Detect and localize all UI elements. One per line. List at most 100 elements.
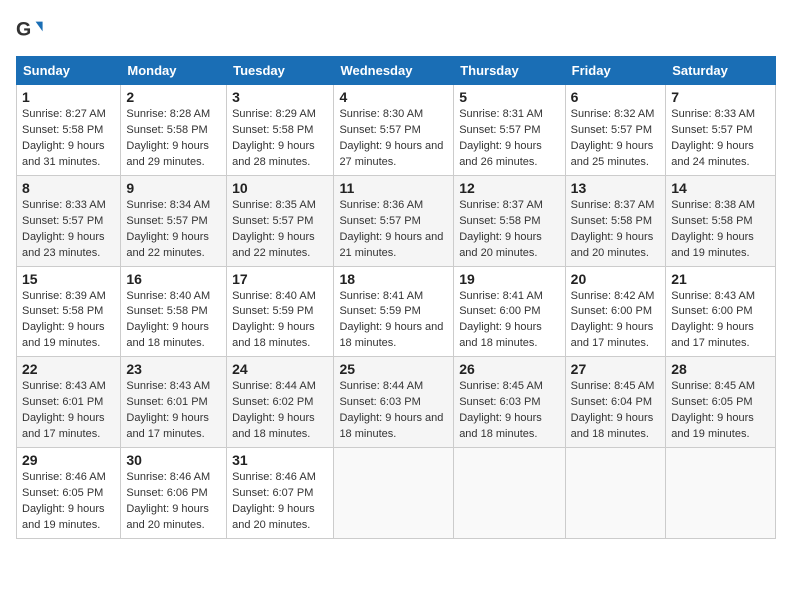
calendar-cell: 25 Sunrise: 8:44 AMSunset: 6:03 PMDaylig… bbox=[334, 357, 454, 448]
day-number: 15 bbox=[22, 271, 115, 287]
header-monday: Monday bbox=[121, 57, 227, 85]
calendar-cell: 27 Sunrise: 8:45 AMSunset: 6:04 PMDaylig… bbox=[565, 357, 666, 448]
calendar-week-1: 1 Sunrise: 8:27 AMSunset: 5:58 PMDayligh… bbox=[17, 85, 776, 176]
calendar-cell bbox=[666, 448, 776, 539]
day-info: Sunrise: 8:46 AMSunset: 6:07 PMDaylight:… bbox=[232, 471, 316, 531]
calendar-cell: 11 Sunrise: 8:36 AMSunset: 5:57 PMDaylig… bbox=[334, 175, 454, 266]
calendar-cell bbox=[565, 448, 666, 539]
day-info: Sunrise: 8:37 AMSunset: 5:58 PMDaylight:… bbox=[459, 199, 543, 259]
calendar-week-4: 22 Sunrise: 8:43 AMSunset: 6:01 PMDaylig… bbox=[17, 357, 776, 448]
header-row: Sunday Monday Tuesday Wednesday Thursday… bbox=[17, 57, 776, 85]
day-number: 2 bbox=[126, 89, 221, 105]
day-info: Sunrise: 8:46 AMSunset: 6:06 PMDaylight:… bbox=[126, 471, 210, 531]
calendar-cell: 19 Sunrise: 8:41 AMSunset: 6:00 PMDaylig… bbox=[454, 266, 565, 357]
day-number: 3 bbox=[232, 89, 328, 105]
day-info: Sunrise: 8:37 AMSunset: 5:58 PMDaylight:… bbox=[571, 199, 655, 259]
day-info: Sunrise: 8:44 AMSunset: 6:02 PMDaylight:… bbox=[232, 380, 316, 440]
calendar-cell: 13 Sunrise: 8:37 AMSunset: 5:58 PMDaylig… bbox=[565, 175, 666, 266]
day-number: 26 bbox=[459, 361, 559, 377]
day-number: 19 bbox=[459, 271, 559, 287]
logo: G bbox=[16, 16, 48, 44]
calendar-cell: 20 Sunrise: 8:42 AMSunset: 6:00 PMDaylig… bbox=[565, 266, 666, 357]
day-number: 12 bbox=[459, 180, 559, 196]
day-info: Sunrise: 8:40 AMSunset: 5:58 PMDaylight:… bbox=[126, 290, 210, 350]
svg-text:G: G bbox=[16, 19, 31, 41]
day-number: 16 bbox=[126, 271, 221, 287]
calendar-table: Sunday Monday Tuesday Wednesday Thursday… bbox=[16, 56, 776, 539]
calendar-week-2: 8 Sunrise: 8:33 AMSunset: 5:57 PMDayligh… bbox=[17, 175, 776, 266]
day-number: 10 bbox=[232, 180, 328, 196]
calendar-cell: 2 Sunrise: 8:28 AMSunset: 5:58 PMDayligh… bbox=[121, 85, 227, 176]
calendar-cell: 22 Sunrise: 8:43 AMSunset: 6:01 PMDaylig… bbox=[17, 357, 121, 448]
day-info: Sunrise: 8:34 AMSunset: 5:57 PMDaylight:… bbox=[126, 199, 210, 259]
day-number: 6 bbox=[571, 89, 661, 105]
page-header: G bbox=[16, 16, 776, 44]
day-number: 14 bbox=[671, 180, 770, 196]
header-thursday: Thursday bbox=[454, 57, 565, 85]
calendar-cell: 18 Sunrise: 8:41 AMSunset: 5:59 PMDaylig… bbox=[334, 266, 454, 357]
calendar-cell: 15 Sunrise: 8:39 AMSunset: 5:58 PMDaylig… bbox=[17, 266, 121, 357]
calendar-cell: 1 Sunrise: 8:27 AMSunset: 5:58 PMDayligh… bbox=[17, 85, 121, 176]
header-wednesday: Wednesday bbox=[334, 57, 454, 85]
day-number: 23 bbox=[126, 361, 221, 377]
day-number: 21 bbox=[671, 271, 770, 287]
calendar-cell: 10 Sunrise: 8:35 AMSunset: 5:57 PMDaylig… bbox=[227, 175, 334, 266]
day-info: Sunrise: 8:45 AMSunset: 6:03 PMDaylight:… bbox=[459, 380, 543, 440]
day-info: Sunrise: 8:43 AMSunset: 6:01 PMDaylight:… bbox=[22, 380, 106, 440]
calendar-cell: 23 Sunrise: 8:43 AMSunset: 6:01 PMDaylig… bbox=[121, 357, 227, 448]
calendar-cell: 6 Sunrise: 8:32 AMSunset: 5:57 PMDayligh… bbox=[565, 85, 666, 176]
day-info: Sunrise: 8:42 AMSunset: 6:00 PMDaylight:… bbox=[571, 290, 655, 350]
day-number: 8 bbox=[22, 180, 115, 196]
header-tuesday: Tuesday bbox=[227, 57, 334, 85]
calendar-cell: 5 Sunrise: 8:31 AMSunset: 5:57 PMDayligh… bbox=[454, 85, 565, 176]
day-info: Sunrise: 8:31 AMSunset: 5:57 PMDaylight:… bbox=[459, 108, 543, 168]
logo-icon: G bbox=[16, 16, 44, 44]
calendar-cell: 30 Sunrise: 8:46 AMSunset: 6:06 PMDaylig… bbox=[121, 448, 227, 539]
header-saturday: Saturday bbox=[666, 57, 776, 85]
calendar-cell: 28 Sunrise: 8:45 AMSunset: 6:05 PMDaylig… bbox=[666, 357, 776, 448]
day-info: Sunrise: 8:30 AMSunset: 5:57 PMDaylight:… bbox=[339, 108, 443, 168]
day-number: 27 bbox=[571, 361, 661, 377]
calendar-cell: 24 Sunrise: 8:44 AMSunset: 6:02 PMDaylig… bbox=[227, 357, 334, 448]
calendar-cell: 26 Sunrise: 8:45 AMSunset: 6:03 PMDaylig… bbox=[454, 357, 565, 448]
day-info: Sunrise: 8:39 AMSunset: 5:58 PMDaylight:… bbox=[22, 290, 106, 350]
calendar-cell: 21 Sunrise: 8:43 AMSunset: 6:00 PMDaylig… bbox=[666, 266, 776, 357]
calendar-cell: 29 Sunrise: 8:46 AMSunset: 6:05 PMDaylig… bbox=[17, 448, 121, 539]
day-info: Sunrise: 8:44 AMSunset: 6:03 PMDaylight:… bbox=[339, 380, 443, 440]
day-number: 31 bbox=[232, 452, 328, 468]
day-number: 25 bbox=[339, 361, 448, 377]
day-info: Sunrise: 8:45 AMSunset: 6:04 PMDaylight:… bbox=[571, 380, 655, 440]
day-number: 18 bbox=[339, 271, 448, 287]
day-number: 7 bbox=[671, 89, 770, 105]
day-info: Sunrise: 8:41 AMSunset: 6:00 PMDaylight:… bbox=[459, 290, 543, 350]
day-number: 4 bbox=[339, 89, 448, 105]
calendar-cell bbox=[454, 448, 565, 539]
day-info: Sunrise: 8:35 AMSunset: 5:57 PMDaylight:… bbox=[232, 199, 316, 259]
day-info: Sunrise: 8:33 AMSunset: 5:57 PMDaylight:… bbox=[671, 108, 755, 168]
day-number: 28 bbox=[671, 361, 770, 377]
day-info: Sunrise: 8:32 AMSunset: 5:57 PMDaylight:… bbox=[571, 108, 655, 168]
calendar-week-3: 15 Sunrise: 8:39 AMSunset: 5:58 PMDaylig… bbox=[17, 266, 776, 357]
calendar-cell: 9 Sunrise: 8:34 AMSunset: 5:57 PMDayligh… bbox=[121, 175, 227, 266]
day-number: 5 bbox=[459, 89, 559, 105]
day-number: 13 bbox=[571, 180, 661, 196]
day-number: 24 bbox=[232, 361, 328, 377]
calendar-cell: 14 Sunrise: 8:38 AMSunset: 5:58 PMDaylig… bbox=[666, 175, 776, 266]
calendar-cell: 17 Sunrise: 8:40 AMSunset: 5:59 PMDaylig… bbox=[227, 266, 334, 357]
day-info: Sunrise: 8:28 AMSunset: 5:58 PMDaylight:… bbox=[126, 108, 210, 168]
calendar-cell: 16 Sunrise: 8:40 AMSunset: 5:58 PMDaylig… bbox=[121, 266, 227, 357]
day-info: Sunrise: 8:45 AMSunset: 6:05 PMDaylight:… bbox=[671, 380, 755, 440]
calendar-cell: 12 Sunrise: 8:37 AMSunset: 5:58 PMDaylig… bbox=[454, 175, 565, 266]
day-number: 9 bbox=[126, 180, 221, 196]
day-info: Sunrise: 8:43 AMSunset: 6:01 PMDaylight:… bbox=[126, 380, 210, 440]
calendar-cell bbox=[334, 448, 454, 539]
calendar-cell: 4 Sunrise: 8:30 AMSunset: 5:57 PMDayligh… bbox=[334, 85, 454, 176]
header-sunday: Sunday bbox=[17, 57, 121, 85]
header-friday: Friday bbox=[565, 57, 666, 85]
day-info: Sunrise: 8:36 AMSunset: 5:57 PMDaylight:… bbox=[339, 199, 443, 259]
day-number: 30 bbox=[126, 452, 221, 468]
day-info: Sunrise: 8:33 AMSunset: 5:57 PMDaylight:… bbox=[22, 199, 106, 259]
day-number: 17 bbox=[232, 271, 328, 287]
day-info: Sunrise: 8:38 AMSunset: 5:58 PMDaylight:… bbox=[671, 199, 755, 259]
day-info: Sunrise: 8:29 AMSunset: 5:58 PMDaylight:… bbox=[232, 108, 316, 168]
